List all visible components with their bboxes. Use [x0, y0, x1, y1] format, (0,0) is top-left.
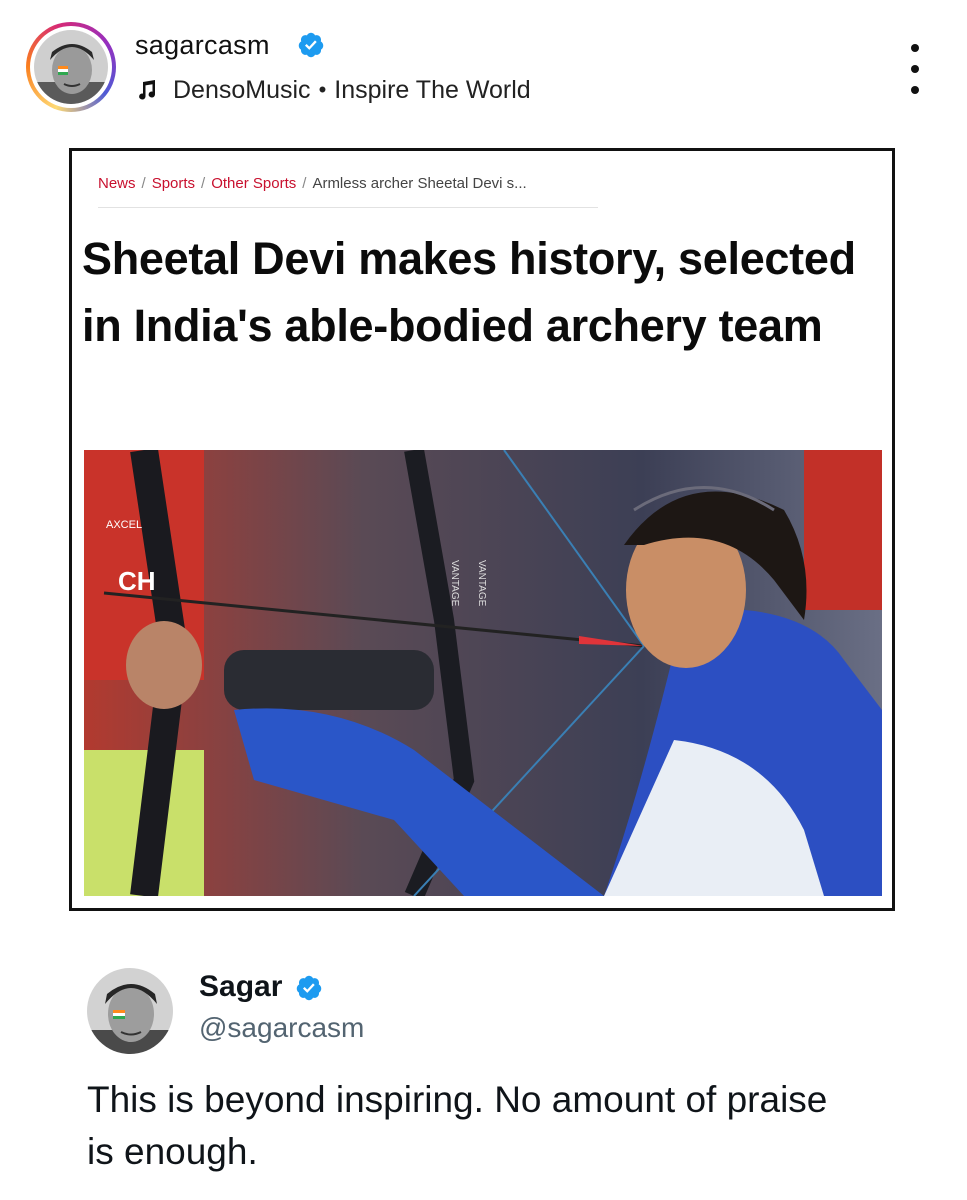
article-photo-archer: AXCEL VANTAGE VANTAGE CH [84, 450, 882, 896]
breadcrumb-separator: / [141, 175, 146, 192]
tweet-avatar[interactable] [87, 968, 173, 1054]
breadcrumb-current: Armless archer Sheetal Devi s... [312, 175, 527, 192]
tweet-text: This is beyond inspiring. No amount of p… [87, 1079, 828, 1172]
breadcrumb-news[interactable]: News [98, 175, 136, 192]
story-avatar[interactable] [26, 22, 116, 112]
verified-badge-icon [298, 32, 324, 58]
bow-brand-label: AXCEL [106, 519, 142, 531]
verified-badge-icon [296, 975, 322, 1001]
tweet-display-name[interactable]: Sagar [199, 970, 282, 1004]
bow-limb-label: VANTAGE [449, 560, 460, 607]
bow-limb-label: VANTAGE [476, 560, 487, 607]
article-headline: Sheetal Devi makes history, selected in … [82, 233, 856, 351]
breadcrumb-separator: / [201, 175, 206, 192]
profile-photo [34, 30, 108, 104]
tweet-handle[interactable]: @sagarcasm [199, 1012, 364, 1044]
breadcrumb-sports[interactable]: Sports [152, 175, 195, 192]
music-track: Inspire The World [334, 75, 531, 104]
music-artist: DensoMusic [173, 75, 311, 104]
more-options-icon[interactable] [900, 44, 930, 94]
music-separator: • [318, 77, 327, 102]
breadcrumb: News / Sports / Other Sports / Armless archer … [98, 175, 598, 192]
breadcrumb-divider [98, 207, 598, 208]
breadcrumb-separator: / [302, 175, 307, 192]
music-note-icon [139, 80, 156, 100]
article-screenshot[interactable]: News / Sports / Other Sports / Armless archer … [69, 148, 895, 911]
music-attribution[interactable]: DensoMusic • Inspire The World [135, 75, 531, 105]
post-header: sagarcasm DensoMusic • Inspire The World [0, 0, 967, 140]
username[interactable]: sagarcasm [135, 30, 270, 61]
jersey-lettering: CH [118, 566, 156, 596]
breadcrumb-other-sports[interactable]: Other Sports [211, 175, 296, 192]
